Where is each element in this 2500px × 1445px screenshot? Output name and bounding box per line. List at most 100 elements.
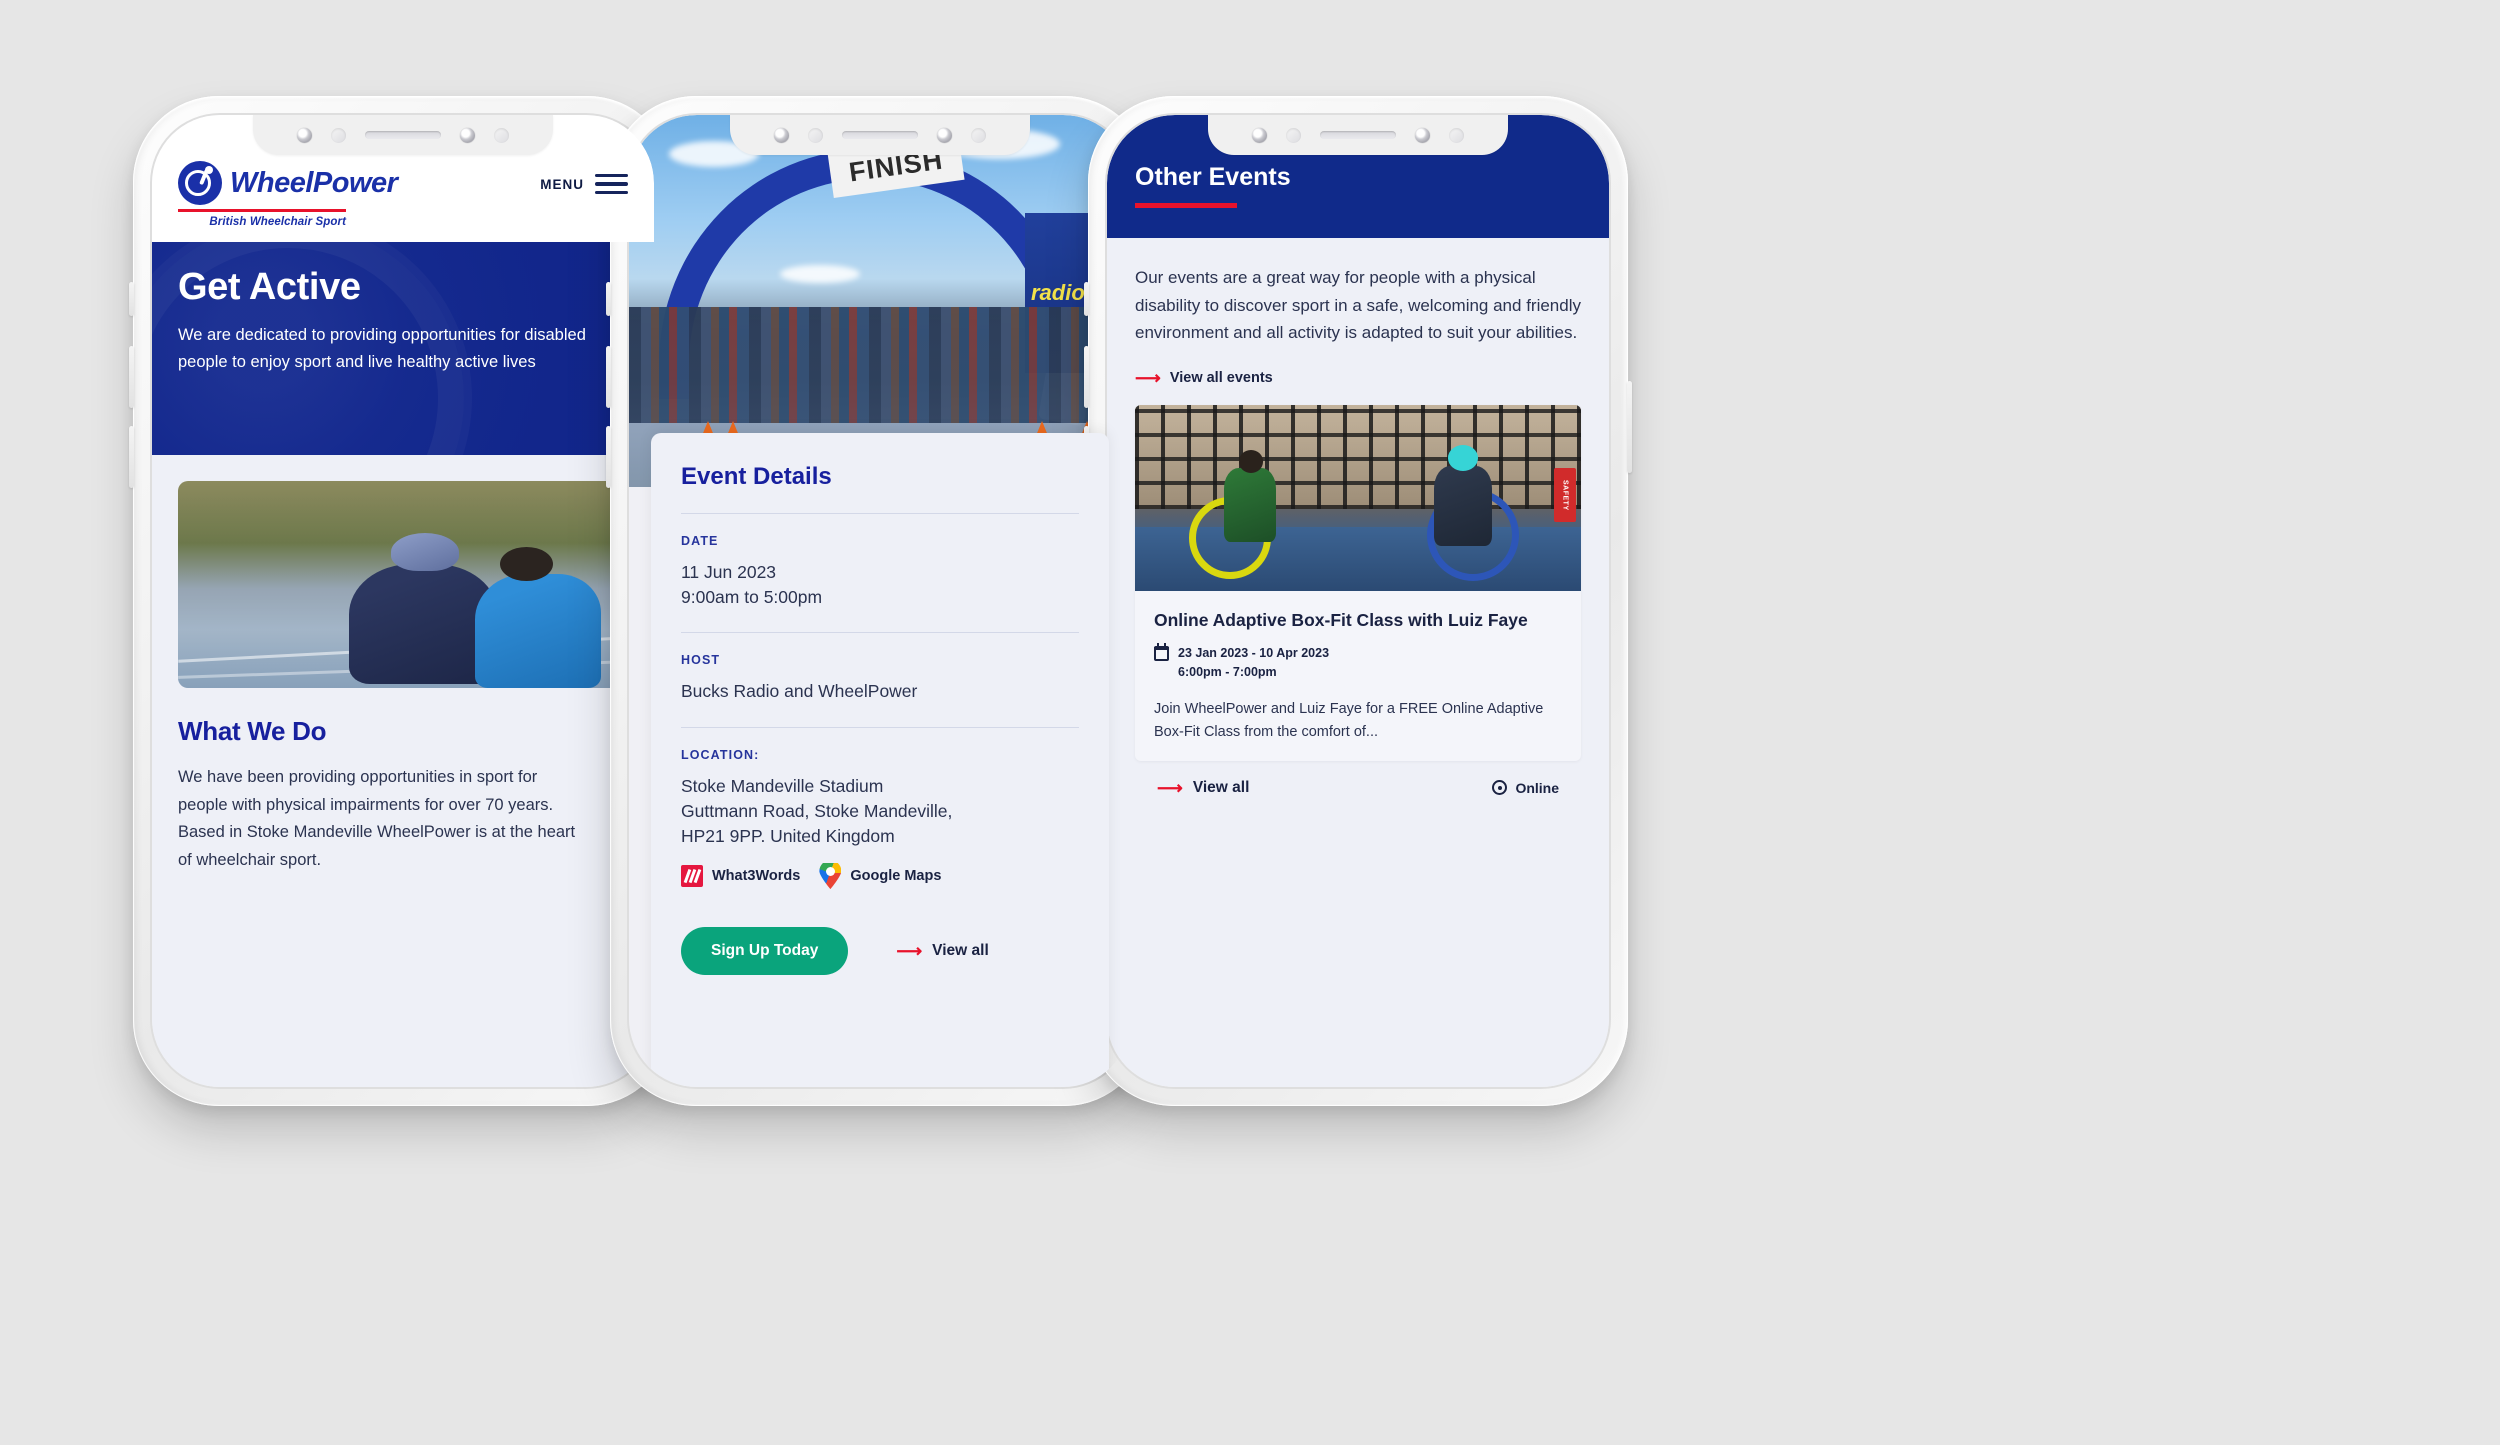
camera-icon — [774, 127, 789, 143]
event-location-label: Online — [1515, 779, 1559, 796]
proximity-sensor-icon — [331, 127, 346, 143]
other-events-body: Our events are a great way for people wi… — [1107, 238, 1609, 1087]
field-label-location: LOCATION: — [681, 747, 760, 762]
field-value-date: 11 Jun 2023 9:00am to 5:00pm — [681, 560, 1079, 610]
event-card-date-row: 23 Jan 2023 - 10 Apr 2023 6:00pm - 7:00p… — [1154, 643, 1562, 682]
phone1-bezel: WheelPower British Wheelchair Sport MENU… — [152, 115, 654, 1087]
location-line-1: Stoke Mandeville Stadium — [681, 775, 884, 796]
title-rule — [1135, 203, 1237, 208]
field-label-date: DATE — [681, 534, 719, 548]
camera-icon — [1252, 127, 1267, 143]
safety-badge: SAFETY — [1554, 467, 1576, 522]
phone1-screen: WheelPower British Wheelchair Sport MENU… — [152, 115, 654, 1087]
field-value-host: Bucks Radio and WheelPower — [681, 681, 918, 702]
phone2-bezel: FINISH radio Event Details DATE 11 Jun 2… — [629, 115, 1131, 1087]
phone3-bezel: Other Events Our events are a great way … — [1107, 115, 1609, 1087]
event-card-title: Online Adaptive Box-Fit Class with Luiz … — [1154, 609, 1528, 630]
view-all-label: View all — [932, 942, 989, 960]
earpiece-speaker-icon — [842, 131, 918, 139]
phone1-mute-button[interactable] — [129, 282, 134, 316]
event-view-all-label: View all — [1192, 778, 1250, 796]
event-actions: Sign Up Today ⟶ View all — [681, 927, 1079, 976]
view-all-events-link[interactable]: ⟶ View all events — [1135, 369, 1581, 387]
phone-mockup-3: Other Events Our events are a great way … — [1084, 96, 1632, 1106]
phone1-volume-down-button[interactable] — [129, 426, 134, 488]
location-line-3: HP21 9PP. United Kingdom — [681, 825, 895, 846]
menu-label: MENU — [540, 176, 584, 192]
what-we-do-title: What We Do — [178, 716, 327, 746]
view-all-events-label: View all events — [1169, 369, 1273, 386]
sign-up-today-button[interactable]: Sign Up Today — [681, 927, 849, 976]
event-hero-photo: FINISH radio — [629, 115, 1131, 487]
other-events-intro-text: Our events are a great way for people wi… — [1135, 268, 1581, 343]
dot-projector-icon — [494, 127, 509, 143]
brand-rule — [178, 209, 346, 212]
google-maps-link[interactable]: Google Maps — [819, 863, 941, 889]
arrow-right-icon: ⟶ — [1157, 777, 1183, 798]
location-line-2: Guttmann Road, Stoke Mandeville, — [681, 800, 953, 821]
event-time-range: 6:00pm - 7:00pm — [1178, 665, 1277, 680]
map-links: What3Words Google Maps — [681, 863, 1079, 889]
what-we-do-image — [178, 481, 628, 688]
field-label-host: HOST — [681, 653, 721, 668]
event-time: 9:00am to 5:00pm — [681, 587, 823, 608]
arrow-right-icon: ⟶ — [896, 941, 923, 962]
phone3-volume-up-button[interactable] — [1084, 346, 1089, 408]
what3words-link[interactable]: What3Words — [681, 865, 800, 888]
calendar-icon — [1154, 643, 1169, 662]
wheelchair-athlete-icon — [178, 161, 222, 205]
what3words-icon — [681, 865, 703, 888]
ambient-sensor-icon — [937, 127, 952, 143]
event-location-badge: Online — [1492, 780, 1559, 796]
phone3-mute-button[interactable] — [1084, 282, 1089, 316]
proximity-sensor-icon — [808, 127, 823, 143]
phone2-notch — [730, 115, 1030, 155]
what-we-do-section: What We Do We have been providing opport… — [152, 455, 654, 1087]
event-date: 11 Jun 2023 — [681, 562, 777, 582]
phone1-volume-up-button[interactable] — [129, 346, 134, 408]
brand-name: WheelPower — [230, 166, 398, 199]
arrow-right-icon: ⟶ — [1135, 367, 1161, 388]
field-value-location: Stoke Mandeville Stadium Guttmann Road, … — [681, 774, 1079, 850]
camera-icon — [297, 127, 312, 143]
map-pin-icon — [1492, 780, 1508, 796]
view-all-link[interactable]: ⟶ View all — [896, 942, 988, 960]
hero-banner: Get Active We are dedicated to providing… — [152, 242, 654, 455]
event-card-body: Online Adaptive Box-Fit Class with Luiz … — [1135, 591, 1581, 761]
earpiece-speaker-icon — [365, 131, 441, 139]
event-details-card: Event Details DATE 11 Jun 2023 9:00am to… — [651, 433, 1109, 1087]
event-card-image: SAFETY — [1135, 404, 1581, 591]
phone-mockup-1: WheelPower British Wheelchair Sport MENU… — [129, 96, 677, 1106]
event-view-all-link[interactable]: ⟶ View all — [1157, 779, 1249, 797]
google-maps-pin-icon — [819, 863, 841, 889]
dot-projector-icon — [1449, 127, 1464, 143]
phone3-power-button[interactable] — [1627, 381, 1632, 473]
divider — [681, 726, 1079, 728]
event-card[interactable]: SAFETY Online Adaptive Box-Fit Class wit… — [1135, 404, 1581, 761]
phone2-volume-down-button[interactable] — [606, 426, 611, 488]
phone2-screen: FINISH radio Event Details DATE 11 Jun 2… — [629, 115, 1131, 1087]
event-date-range: 23 Jan 2023 - 10 Apr 2023 — [1178, 646, 1330, 661]
brand-logo[interactable]: WheelPower British Wheelchair Sport — [178, 161, 398, 228]
google-maps-label: Google Maps — [850, 868, 942, 885]
event-card-description: Join WheelPower and Luiz Faye for a FREE… — [1154, 700, 1544, 741]
event-card-date: 23 Jan 2023 - 10 Apr 2023 6:00pm - 7:00p… — [1178, 644, 1329, 682]
proximity-sensor-icon — [1286, 127, 1301, 143]
dot-projector-icon — [971, 127, 986, 143]
event-card-footer: ⟶ View all Online — [1135, 761, 1581, 815]
hamburger-icon — [595, 174, 628, 195]
what-we-do-text: We have been providing opportunities in … — [178, 768, 576, 870]
event-details-title: Event Details — [681, 463, 832, 490]
phone3-screen: Other Events Our events are a great way … — [1107, 115, 1609, 1087]
earpiece-speaker-icon — [1320, 131, 1396, 139]
phone3-notch — [1208, 115, 1508, 155]
menu-button[interactable]: MENU — [540, 174, 628, 195]
hero-title: Get Active — [178, 266, 361, 308]
phone-mockup-2: FINISH radio Event Details DATE 11 Jun 2… — [606, 96, 1154, 1106]
ambient-sensor-icon — [460, 127, 475, 143]
ambient-sensor-icon — [1415, 127, 1430, 143]
hero-text: We are dedicated to providing opportunit… — [178, 326, 586, 371]
other-events-title: Other Events — [1135, 163, 1291, 191]
divider — [681, 513, 1079, 514]
phone1-notch — [253, 115, 553, 155]
